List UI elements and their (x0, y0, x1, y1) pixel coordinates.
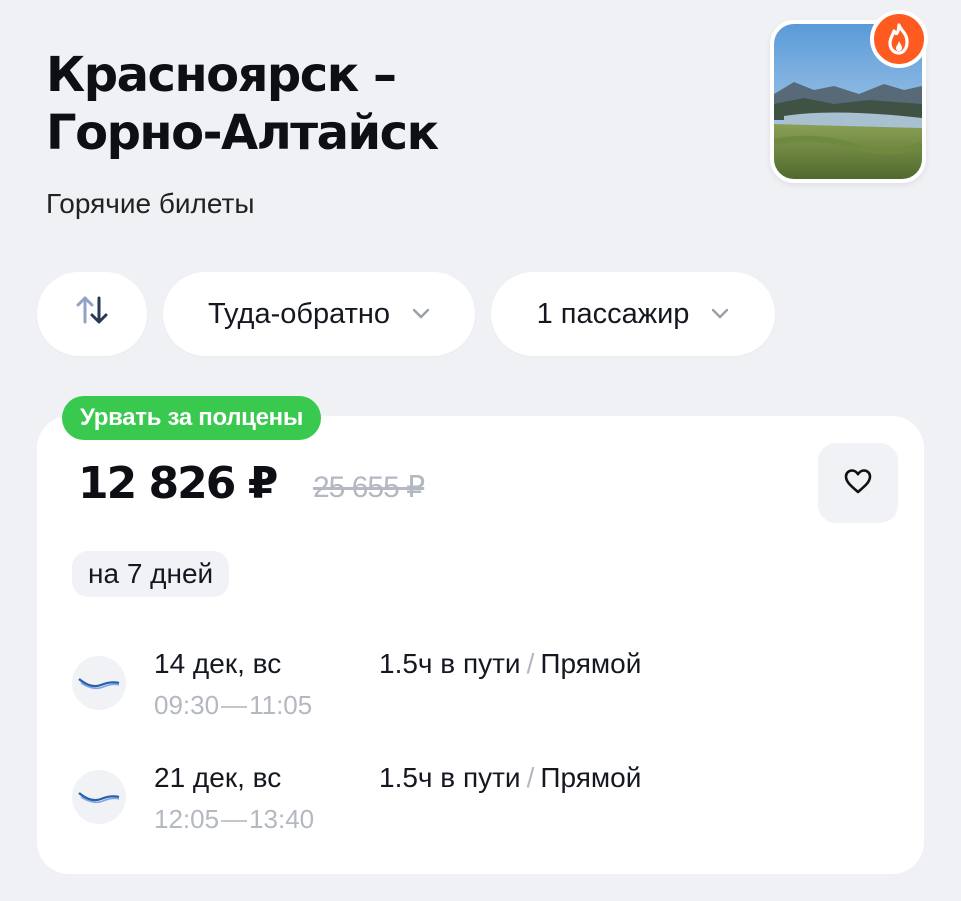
page-title: Красноярск – Горно-Алтайск (46, 46, 439, 162)
chevron-down-icon (711, 308, 729, 320)
old-price: 25 655 ₽ (313, 471, 425, 504)
leg-times: 12:05 13:40 (154, 804, 314, 835)
deal-badge: Урвать за полцены (62, 396, 322, 440)
trip-type-dropdown[interactable]: Туда-обратно (163, 272, 475, 356)
hot-deal-badge (870, 10, 928, 68)
passengers-dropdown[interactable]: 1 пассажир (491, 272, 775, 356)
travel-time: 1.5ч в пути (379, 648, 521, 679)
flight-leg: 21 дек, вс 12:05 13:40 1.5ч в пути / Прямой (72, 762, 872, 842)
offer-price: 12 826 ₽ (78, 458, 278, 509)
chevron-down-icon (412, 308, 430, 320)
fire-icon (874, 14, 924, 64)
trip-type-label: Туда-обратно (207, 297, 391, 330)
airline-logo-icon (72, 770, 126, 824)
flight-leg: 14 дек, вс 09:30 11:05 1.5ч в пути / Прямой (72, 648, 872, 728)
travel-time: 1.5ч в пути (379, 762, 521, 793)
heart-icon (843, 467, 873, 500)
separator: / (526, 648, 535, 679)
leg-duration: 1.5ч в пути / Прямой (379, 648, 641, 680)
swap-direction-button[interactable] (37, 272, 147, 356)
depart-time: 12:05 (154, 804, 220, 834)
arrive-time: 13:40 (249, 804, 315, 834)
leg-duration: 1.5ч в пути / Прямой (379, 762, 641, 794)
passengers-label: 1 пассажир (536, 297, 690, 330)
trip-duration-badge: на 7 дней (72, 551, 230, 597)
time-dash (221, 820, 248, 823)
separator: / (526, 762, 535, 793)
page-subtitle: Горячие билеты (46, 188, 255, 219)
arrive-time: 11:05 (249, 690, 313, 720)
flight-type: Прямой (540, 762, 642, 793)
title-destination: Горно-Алтайск (46, 105, 439, 161)
airline-logo-icon (72, 656, 126, 710)
leg-date: 14 дек, вс (154, 648, 282, 679)
flight-type: Прямой (540, 648, 642, 679)
favorite-button[interactable] (818, 443, 898, 523)
leg-date: 21 дек, вс (154, 762, 282, 793)
time-dash (221, 706, 248, 709)
title-origin: Красноярск – (46, 47, 397, 103)
leg-times: 09:30 11:05 (154, 690, 312, 721)
swap-vertical-icon (75, 294, 109, 334)
depart-time: 09:30 (154, 690, 220, 720)
